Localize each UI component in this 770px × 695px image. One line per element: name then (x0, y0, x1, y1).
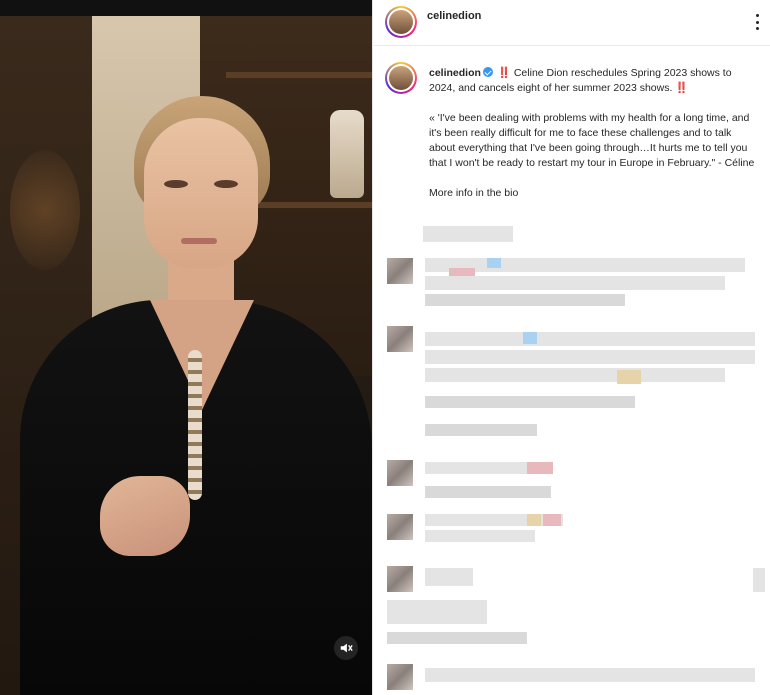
blurred-emoji (527, 514, 541, 526)
avatar (389, 66, 413, 90)
blurred-comment-text (425, 332, 755, 346)
blurred-comment-meta (425, 486, 551, 498)
header-username[interactable]: celinedion (427, 10, 481, 22)
blurred-like-icon (753, 568, 765, 592)
post-side-panel: celinedion celinedion ‼️ Celine Dion res… (372, 0, 770, 695)
post-header: celinedion (373, 0, 770, 46)
verified-badge-icon (482, 67, 493, 77)
necklace (188, 350, 202, 500)
avatar (389, 10, 413, 34)
blurred-comment-meta (425, 396, 635, 408)
blurred-comment-avatar (387, 326, 413, 352)
post-caption: celinedion ‼️ Celine Dion reschedules Sp… (429, 66, 759, 216)
instagram-post-window: celinedion celinedion ‼️ Celine Dion res… (0, 0, 770, 695)
caption-quote: « 'I've been dealing with problems with … (429, 112, 755, 169)
caption-username[interactable]: celinedion (429, 67, 481, 79)
blurred-view-replies (425, 424, 537, 436)
blurred-comment-avatar (387, 258, 413, 284)
blurred-comment-meta (425, 294, 625, 306)
dress-neckline (150, 300, 254, 410)
clasped-hands (100, 476, 190, 556)
blurred-emoji (527, 462, 553, 474)
blurred-comment-avatar (387, 664, 413, 690)
more-options-icon[interactable] (750, 14, 764, 30)
blurred-timestamp (423, 226, 513, 242)
blurred-comment-text (425, 668, 755, 682)
blurred-comment-avatar (387, 460, 413, 486)
blurred-emoji (523, 332, 537, 344)
account-avatar[interactable] (385, 6, 417, 38)
left-eye (164, 180, 188, 188)
blurred-comment-text (425, 530, 535, 542)
blurred-comment-text (425, 368, 725, 382)
caption-footer: More info in the bio (429, 187, 519, 199)
blurred-comment-avatar (387, 514, 413, 540)
blurred-emoji (487, 258, 501, 268)
blurred-comment-avatar (387, 566, 413, 592)
blurred-comment-text (425, 568, 473, 586)
mouth (181, 238, 217, 244)
blurred-comment-text (425, 350, 755, 364)
blurred-comment-text (425, 276, 725, 290)
mute-toggle-button[interactable] (334, 636, 358, 660)
blurred-emoji (617, 370, 641, 384)
blurred-comment-text (387, 600, 487, 624)
right-eye (214, 180, 238, 188)
post-video[interactable] (0, 0, 372, 695)
face (144, 118, 258, 268)
blurred-emoji (543, 514, 561, 526)
woman-portrait (0, 0, 372, 695)
blurred-comment-meta (387, 632, 527, 644)
caption-avatar[interactable] (385, 62, 417, 94)
speaker-muted-icon (340, 643, 353, 653)
